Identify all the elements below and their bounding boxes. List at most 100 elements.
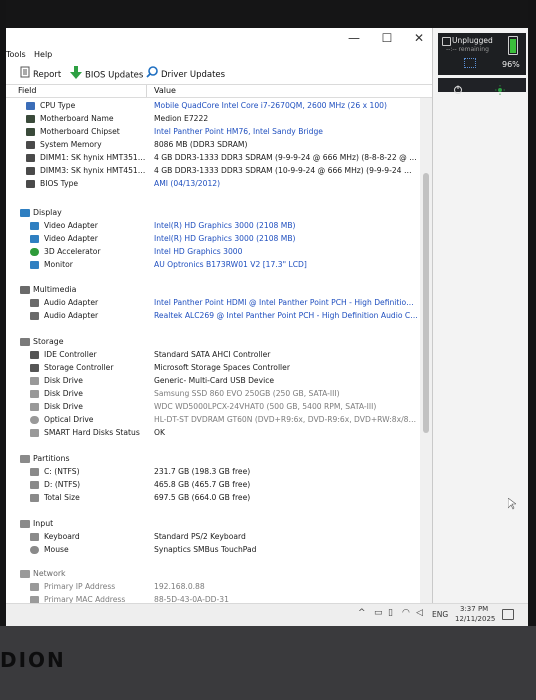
- disk-drive-icon: [30, 377, 39, 385]
- keyboard-icon: [30, 533, 39, 541]
- section-display[interactable]: Display: [6, 207, 420, 219]
- list-item[interactable]: Video Adapter Intel(R) HD Graphics 3000 …: [6, 220, 420, 232]
- language-indicator[interactable]: ENG: [432, 610, 448, 619]
- list-item[interactable]: C: (NTFS) 231.7 GB (198.3 GB free): [6, 466, 420, 478]
- battery-tray-icon[interactable]: ▯: [388, 608, 393, 618]
- audio-icon: [30, 312, 39, 320]
- list-item[interactable]: Storage Controller Microsoft Storage Spa…: [6, 362, 420, 374]
- section-network[interactable]: Network: [6, 568, 420, 580]
- list-item[interactable]: Optical Drive HL-DT-ST DVDRAM GT60N (DVD…: [6, 414, 420, 426]
- section-multimedia[interactable]: Multimedia: [6, 284, 420, 296]
- disk-drive-icon: [30, 403, 39, 411]
- value-column-header[interactable]: Value: [154, 86, 176, 95]
- list-item[interactable]: Keyboard Standard PS/2 Keyboard: [6, 531, 420, 543]
- ide-controller-icon: [30, 351, 39, 359]
- section-storage[interactable]: Storage: [6, 336, 420, 348]
- list-item[interactable]: Total Size 697.5 GB (664.0 GB free): [6, 492, 420, 504]
- list-item[interactable]: System Memory 8086 MB (DDR3 SDRAM): [6, 139, 420, 151]
- section-input[interactable]: Input: [6, 518, 420, 530]
- partition-icon: [30, 481, 39, 489]
- list-item[interactable]: SMART Hard Disks Status OK: [6, 427, 420, 439]
- laptop-brand-logo: DION: [0, 648, 66, 672]
- list-item[interactable]: D: (NTFS) 465.8 GB (465.7 GB free): [6, 479, 420, 491]
- menu-help[interactable]: Help: [34, 50, 52, 59]
- field-column-header[interactable]: Field: [18, 86, 36, 95]
- bios-updates-button[interactable]: BIOS Updates: [70, 66, 144, 81]
- wifi-icon[interactable]: ◠: [402, 608, 410, 618]
- folder-icon[interactable]: ▭: [374, 608, 383, 618]
- close-button[interactable]: ✕: [405, 30, 432, 46]
- list-item[interactable]: IDE Controller Standard SATA AHCI Contro…: [6, 349, 420, 361]
- optical-drive-icon: [30, 416, 39, 424]
- list-item[interactable]: BIOS Type AMI (04/13/2012): [6, 178, 420, 190]
- show-hidden-icons-button[interactable]: ^: [358, 608, 366, 618]
- 3d-accelerator-icon: [30, 248, 39, 256]
- screen-bezel-right: [528, 0, 536, 640]
- laptop-body: DION: [0, 626, 536, 700]
- memory-icon: [26, 141, 35, 149]
- monitor-icon: [30, 261, 39, 269]
- speaker-icon: [20, 286, 30, 294]
- total-size-icon: [30, 494, 39, 502]
- report-button[interactable]: Report: [20, 66, 61, 80]
- partition-icon: [30, 468, 39, 476]
- cpu-icon: [26, 102, 35, 110]
- bios-updates-label: BIOS Updates: [85, 70, 144, 81]
- list-item[interactable]: Disk Drive WDC WD5000LPCX-24VHAT0 (500 G…: [6, 401, 420, 413]
- list-item[interactable]: Disk Drive Samsung SSD 860 EVO 250GB (25…: [6, 388, 420, 400]
- notification-icon[interactable]: [502, 609, 514, 620]
- list-item[interactable]: CPU Type Mobile QuadCore Intel Core i7-2…: [6, 100, 420, 112]
- battery-indicator[interactable]: Unplugged --:-- remaining 96%: [438, 33, 526, 75]
- title-bar: — ☐ ✕: [6, 28, 432, 48]
- list-item[interactable]: Audio Adapter Intel Panther Point HDMI @…: [6, 297, 420, 309]
- video-adapter-icon: [30, 235, 39, 243]
- driver-updates-button[interactable]: Driver Updates: [146, 66, 225, 80]
- input-icon: [20, 520, 30, 528]
- audio-icon: [30, 299, 39, 307]
- menu-tools[interactable]: Tools: [6, 50, 26, 59]
- column-header: Field Value: [6, 85, 432, 98]
- maximize-button[interactable]: ☐: [373, 30, 401, 46]
- disk-drive-icon: [30, 390, 39, 398]
- list-item[interactable]: Video Adapter Intel(R) HD Graphics 3000 …: [6, 233, 420, 245]
- list-item[interactable]: Primary IP Address 192.168.0.88: [6, 581, 420, 593]
- volume-icon[interactable]: ◁: [416, 608, 423, 618]
- brightness-icon[interactable]: [488, 80, 512, 95]
- list-item[interactable]: DIMM3: SK hynix HMT451S6... 4 GB DDR3-13…: [6, 165, 420, 177]
- mouse-icon: [30, 546, 39, 554]
- report-icon: [20, 66, 30, 83]
- list-item[interactable]: Disk Drive Generic- Multi-Card USB Devic…: [6, 375, 420, 387]
- chipset-icon: [26, 128, 35, 136]
- list-item[interactable]: Audio Adapter Realtek ALC269 @ Intel Pan…: [6, 310, 420, 322]
- column-separator[interactable]: [146, 85, 147, 97]
- list-item[interactable]: Monitor AU Optronics B173RW01 V2 [17.3" …: [6, 259, 420, 271]
- memory-module-icon: [26, 167, 35, 175]
- list-item[interactable]: 3D Accelerator Intel HD Graphics 3000: [6, 246, 420, 258]
- display-icon: [20, 209, 30, 217]
- report-label: Report: [33, 70, 62, 80]
- list-item[interactable]: Motherboard Chipset Intel Panther Point …: [6, 126, 420, 138]
- device-tree-list: CPU Type Mobile QuadCore Intel Core i7-2…: [6, 98, 420, 603]
- mouse-cursor-icon: [507, 495, 517, 514]
- clock-date[interactable]: 12/11/2025: [455, 615, 495, 623]
- ip-address-icon: [30, 583, 39, 591]
- scrollbar-thumb[interactable]: [423, 173, 429, 433]
- smart-status-icon: [30, 429, 39, 437]
- taskbar: ^ ▭ ▯ ◠ ◁ ENG 3:37 PM 12/11/2025: [6, 603, 528, 626]
- minimize-button[interactable]: —: [340, 30, 368, 46]
- mac-address-icon: [30, 596, 39, 603]
- clock-time[interactable]: 3:37 PM: [460, 605, 488, 613]
- power-icon[interactable]: [446, 80, 470, 94]
- list-item[interactable]: DIMM1: SK hynix HMT351S6... 4 GB DDR3-13…: [6, 152, 420, 164]
- partitions-icon: [20, 455, 30, 463]
- section-partitions[interactable]: Partitions: [6, 453, 420, 465]
- battery-remaining: --:-- remaining: [446, 46, 489, 53]
- list-item[interactable]: Motherboard Name Medion E7222: [6, 113, 420, 125]
- list-item[interactable]: Primary MAC Address 88-5D-43-0A-DD-31: [6, 594, 420, 603]
- list-item[interactable]: Mouse Synaptics SMBus TouchPad: [6, 544, 420, 556]
- search-icon: [146, 66, 158, 83]
- network-icon: [20, 570, 30, 578]
- toolbar: Report BIOS Updates Driver Updates: [6, 62, 432, 85]
- driver-updates-label: Driver Updates: [161, 70, 226, 80]
- quick-actions-bar: [438, 78, 526, 95]
